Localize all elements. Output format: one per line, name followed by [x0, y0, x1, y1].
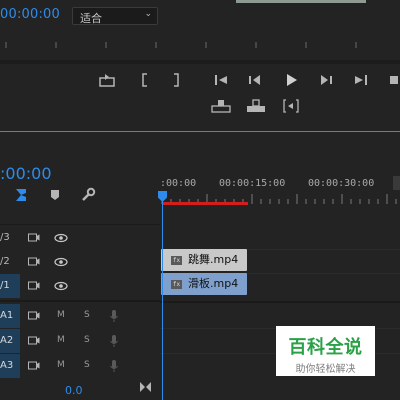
clip-name: 跳舞.mp4: [188, 253, 239, 266]
film-icon: [28, 361, 40, 370]
panel-focus-border: [0, 131, 400, 132]
export-frame-icon: [99, 74, 115, 87]
chevron-down-icon: ⌄: [144, 9, 152, 19]
scroll-edge[interactable]: [393, 176, 400, 190]
track-target-v1[interactable]: /1: [0, 274, 20, 298]
track-header-divider: [0, 224, 160, 225]
step-back-icon: [249, 75, 260, 85]
eye-icon: [54, 233, 68, 243]
mute-button-a3[interactable]: M: [57, 360, 65, 370]
track-header-a1[interactable]: A1 M S: [0, 304, 160, 328]
watermark-title: 百科全说: [288, 337, 363, 358]
go-to-in-button[interactable]: [211, 69, 233, 91]
add-marker-button[interactable]: [44, 184, 66, 206]
snap-button[interactable]: [10, 184, 32, 206]
trim-icon: [283, 99, 299, 113]
track-target-a2[interactable]: A2: [0, 329, 20, 353]
mark-out-icon: [174, 73, 179, 87]
microphone-icon: [110, 335, 118, 347]
mark-out-button[interactable]: [165, 69, 187, 91]
track-header-v2[interactable]: /2: [0, 250, 160, 274]
work-area-bar[interactable]: [162, 202, 248, 205]
track-target-a3[interactable]: A3: [0, 354, 20, 378]
preview-image-edge: [236, 0, 366, 3]
play-icon: [287, 74, 297, 86]
microphone-icon: [110, 360, 118, 372]
square-icon: [390, 76, 398, 84]
fit-select-value: 适合: [80, 12, 102, 25]
fit-zoom-select[interactable]: 适合 ⌄: [72, 7, 158, 25]
video-audio-divider: [0, 300, 160, 302]
wrench-icon: [82, 187, 96, 201]
step-forward-button[interactable]: [315, 69, 337, 91]
clip-name: 滑板.mp4: [188, 277, 239, 290]
snap-icon: [16, 189, 26, 201]
solo-button-a3[interactable]: S: [84, 360, 90, 370]
watermark-logo: 百科全说 助你轻松解决: [276, 326, 375, 376]
solo-button-a2[interactable]: S: [84, 335, 90, 345]
film-icon: [28, 336, 40, 345]
lift-button[interactable]: [210, 95, 232, 117]
clip-dance-mp4[interactable]: fx 跳舞.mp4: [161, 249, 247, 271]
track-header-v3[interactable]: /3: [0, 226, 160, 250]
microphone-icon: [110, 310, 118, 322]
go-to-in-icon: [215, 75, 227, 85]
ruler-label-15: 00:00:15:00: [219, 178, 286, 189]
monitor-divider: [0, 60, 400, 64]
extract-button[interactable]: [245, 95, 267, 117]
play-button[interactable]: [280, 69, 302, 91]
step-back-button[interactable]: [244, 69, 266, 91]
mark-in-icon: [142, 73, 147, 87]
marker-icon: [51, 190, 59, 200]
playhead-line[interactable]: [162, 200, 163, 400]
extract-icon: [247, 99, 265, 112]
clip-skateboard-mp4[interactable]: fx 滑板.mp4: [161, 273, 247, 295]
timeline-settings-button[interactable]: [77, 184, 99, 206]
mark-in-button[interactable]: [134, 69, 156, 91]
solo-button-a1[interactable]: S: [84, 310, 90, 320]
program-monitor-panel: [0, 0, 400, 132]
eye-icon: [54, 281, 68, 291]
step-forward-icon: [321, 75, 332, 85]
track-header-a2[interactable]: A2 M S: [0, 329, 160, 353]
track-target-v3[interactable]: /3: [0, 226, 20, 250]
ruler-label-0: :00:00: [160, 178, 197, 189]
master-volume-value[interactable]: 0.0: [65, 384, 83, 397]
video-audio-lane-divider: [160, 301, 400, 303]
go-to-out-button[interactable]: [349, 69, 371, 91]
timeline-timecode[interactable]: :00:00: [0, 164, 52, 183]
lift-icon: [211, 100, 231, 113]
go-to-out-icon: [355, 75, 367, 85]
track-header-v1[interactable]: /1: [0, 274, 160, 298]
mute-button-a2[interactable]: M: [57, 335, 65, 345]
more-controls-button[interactable]: [388, 69, 400, 91]
film-icon: [28, 311, 40, 320]
mute-button-a1[interactable]: M: [57, 310, 65, 320]
export-frame-button[interactable]: [96, 69, 118, 91]
track-header-a3[interactable]: A3 M S: [0, 354, 160, 378]
fx-badge: fx: [171, 280, 182, 289]
watermark-subtitle: 助你轻松解决: [295, 364, 356, 375]
monitor-time-ruler[interactable]: [0, 32, 400, 52]
film-icon: [28, 257, 40, 266]
fit-sequence-icon[interactable]: [139, 381, 152, 393]
fx-badge: fx: [171, 256, 182, 265]
trim-button[interactable]: [280, 95, 302, 117]
eye-icon: [54, 257, 68, 267]
track-target-v2[interactable]: /2: [0, 250, 20, 274]
film-icon: [28, 233, 40, 242]
ruler-label-30: 00:00:30:00: [308, 178, 375, 189]
track-target-a1[interactable]: A1: [0, 304, 20, 328]
film-icon: [28, 281, 40, 290]
program-timecode[interactable]: 00:00:00: [0, 7, 60, 22]
